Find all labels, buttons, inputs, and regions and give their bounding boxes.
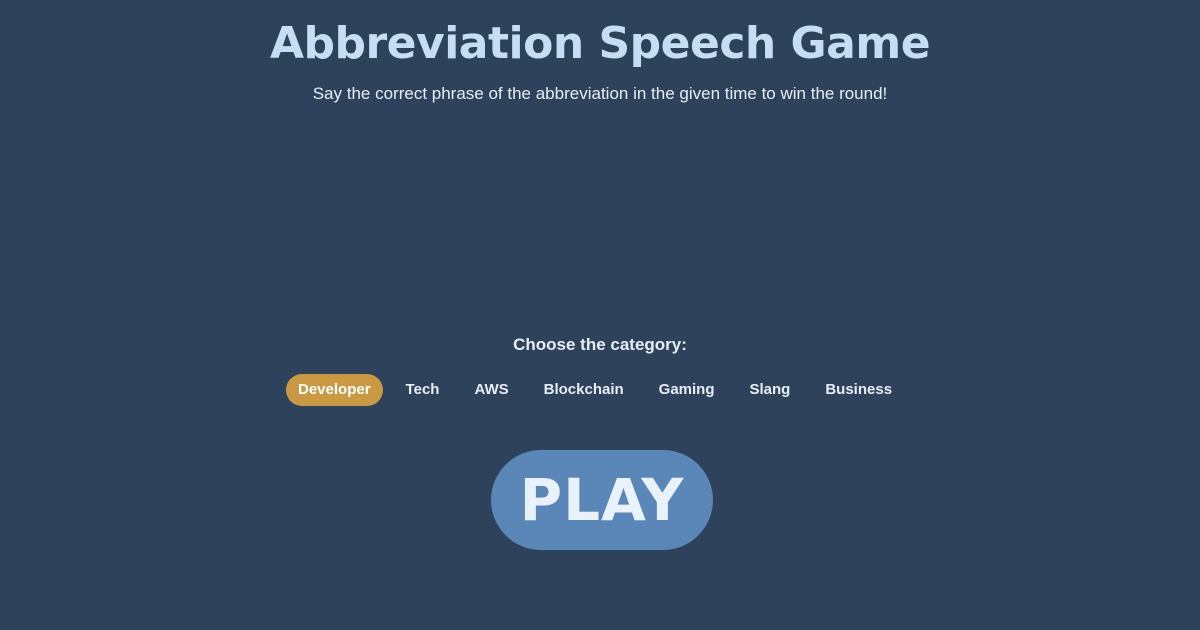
category-chip-business[interactable]: Business <box>813 374 904 406</box>
category-chip-blockchain[interactable]: Blockchain <box>532 374 636 406</box>
page-subtitle: Say the correct phrase of the abbreviati… <box>312 84 888 103</box>
category-chip-slang[interactable]: Slang <box>738 374 803 406</box>
category-chip-developer[interactable]: Developer <box>286 374 383 406</box>
category-chip-gaming[interactable]: Gaming <box>647 374 727 406</box>
category-chip-tech[interactable]: Tech <box>394 374 452 406</box>
category-chip-aws[interactable]: AWS <box>462 374 520 406</box>
category-selector: Developer Tech AWS Blockchain Gaming Sla… <box>286 374 904 406</box>
page-title: Abbreviation Speech Game <box>269 18 931 69</box>
category-prompt: Choose the category: <box>513 335 687 354</box>
play-button[interactable]: PLAY <box>491 450 713 550</box>
